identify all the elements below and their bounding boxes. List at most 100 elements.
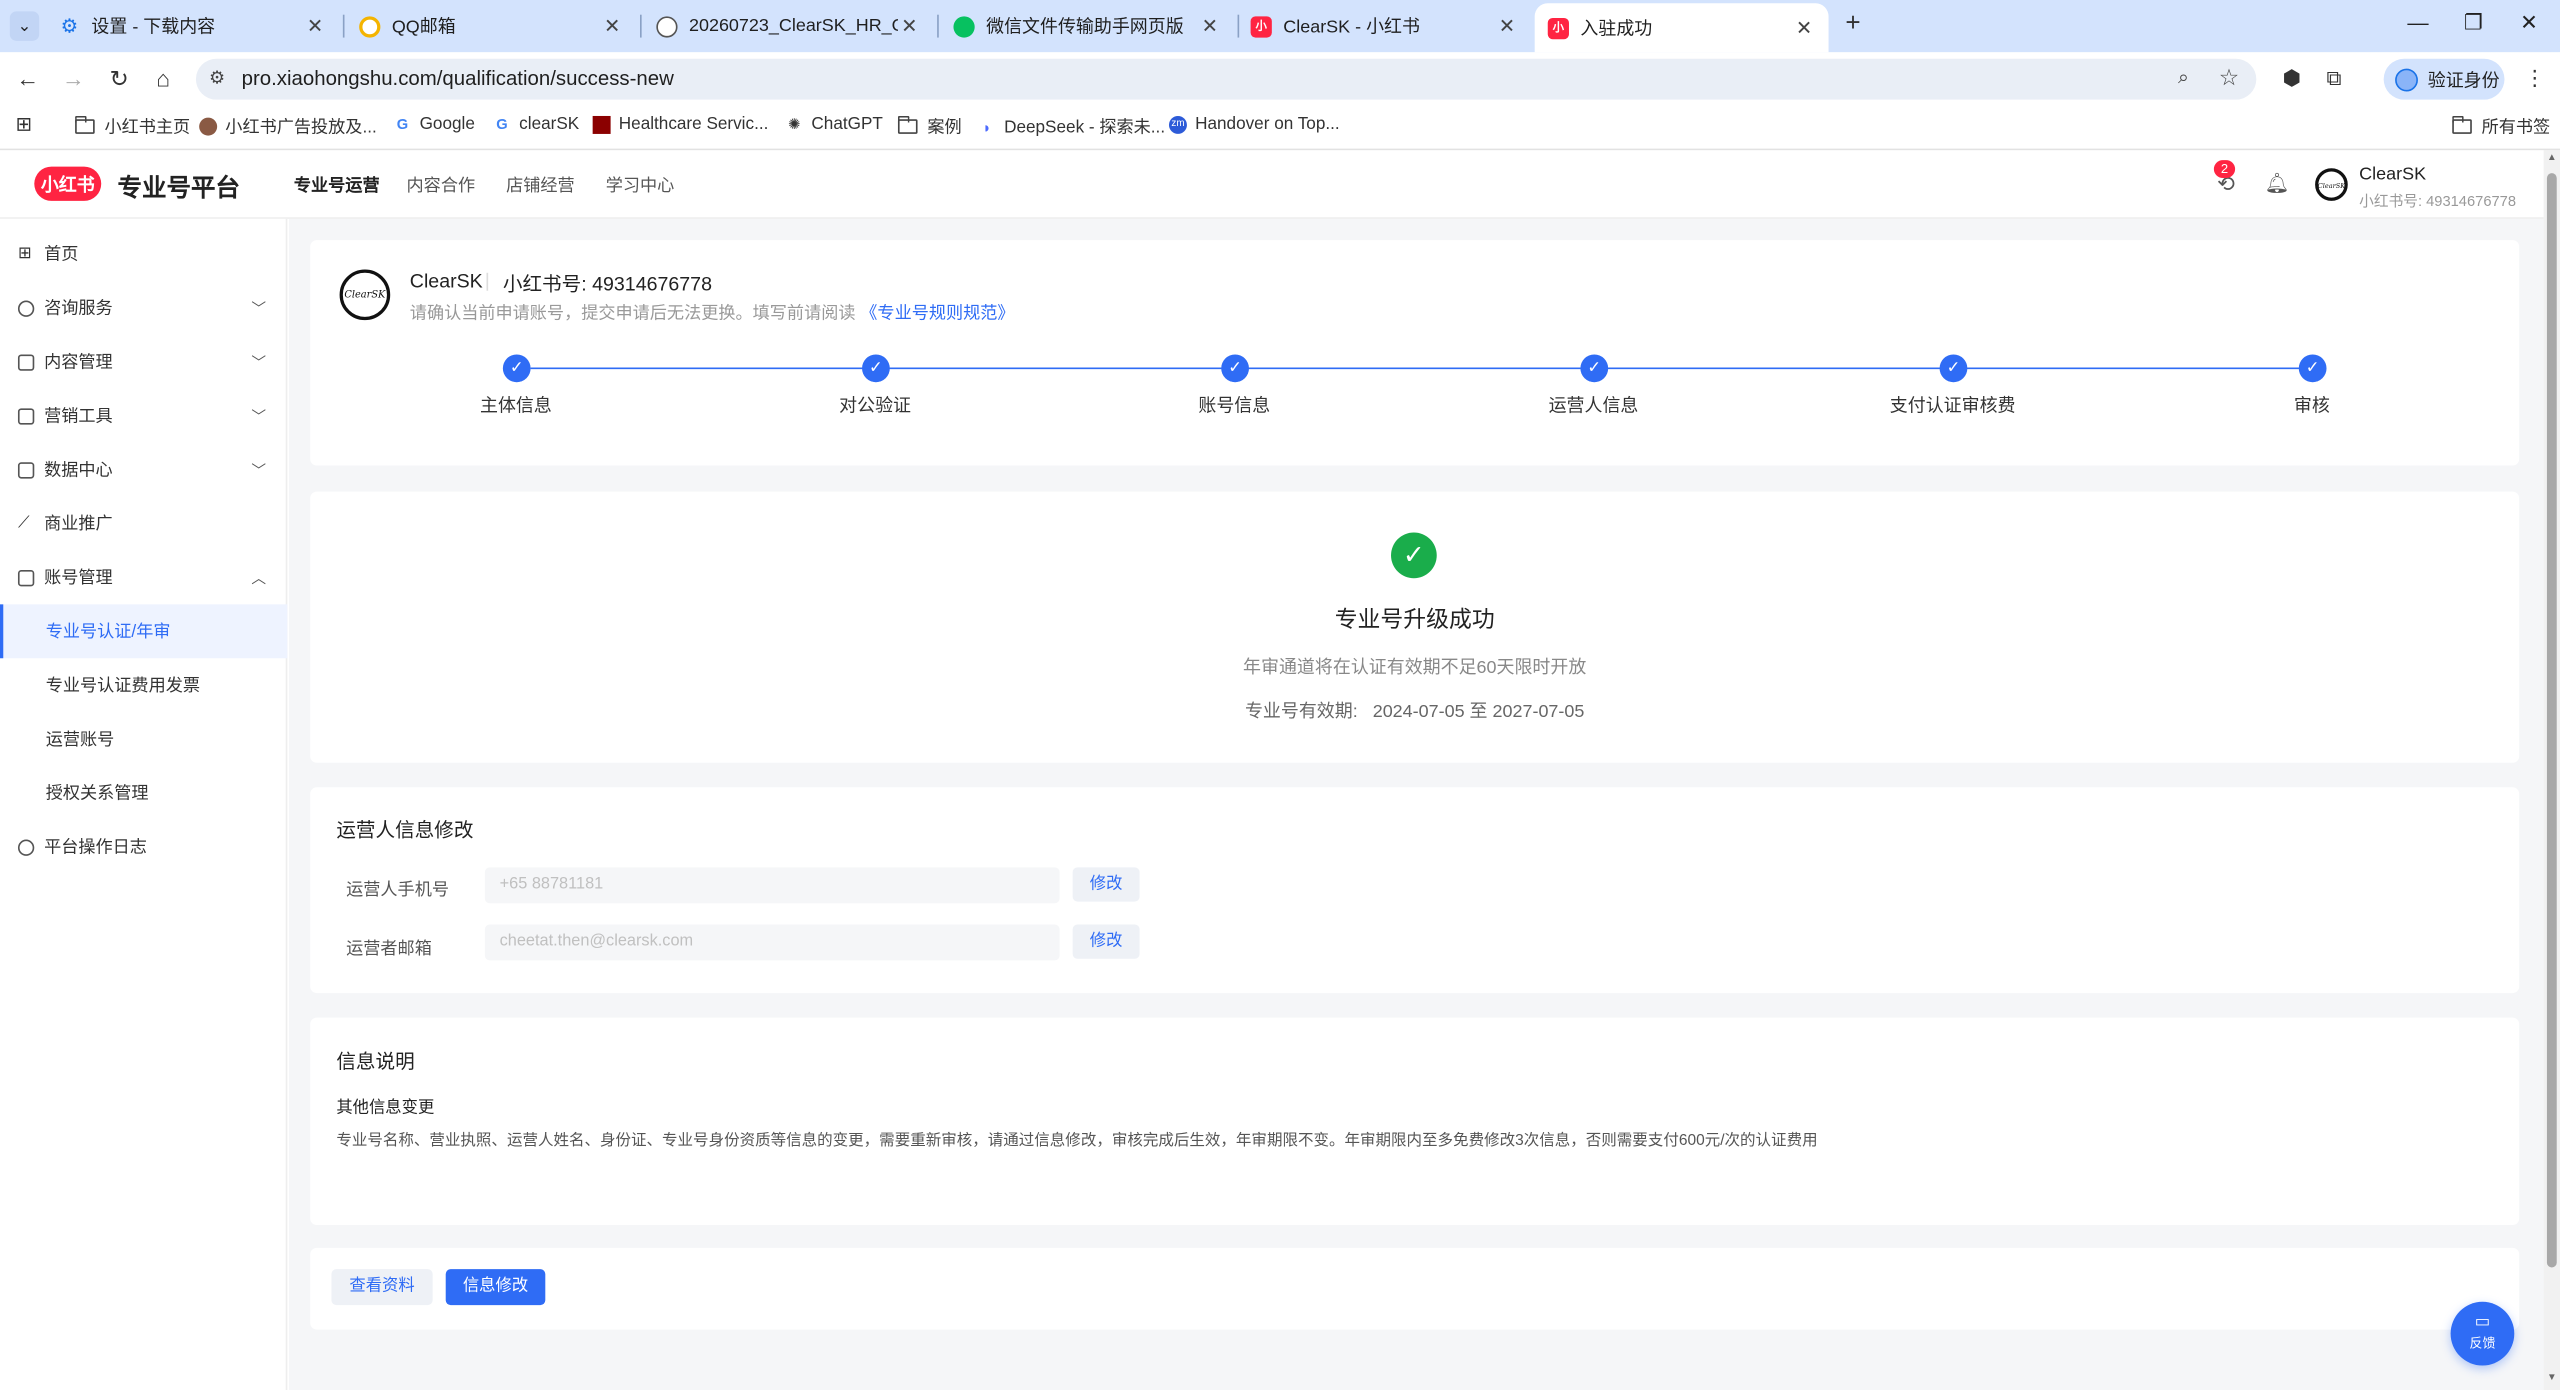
- feedback-button[interactable]: ▭ 反馈: [2450, 1301, 2515, 1366]
- profile-note: 请确认当前申请账号，提交申请后无法更换。填写前请阅读 《专业号规则规范》: [410, 301, 1015, 326]
- restore-icon[interactable]: ❐: [2460, 10, 2486, 36]
- close-icon[interactable]: ✕: [1496, 15, 1519, 38]
- scrollbar-thumb[interactable]: [2546, 173, 2557, 1268]
- home-icon[interactable]: ⌂: [149, 64, 178, 93]
- divider: [486, 272, 489, 291]
- bookmark-label: 案例: [927, 117, 962, 138]
- sidebar-item-marketing[interactable]: 营销工具 ﹀: [0, 389, 287, 443]
- sidebar-item-label: 营销工具: [44, 406, 113, 427]
- phone-field[interactable]: +65 88781181: [484, 867, 1060, 904]
- browser-toolbar: ← → ↻ ⌂ ⚙ pro.xiaohongshu.com/qualificat…: [0, 52, 2560, 105]
- forward-icon[interactable]: →: [59, 64, 88, 93]
- browser-tab[interactable]: QQ邮箱 ✕: [346, 7, 637, 46]
- rules-link[interactable]: 《专业号规则规范》: [860, 304, 1014, 324]
- browser-tab[interactable]: ⚙ 设置 - 下载内容 ✕: [46, 7, 340, 46]
- bookmark-star-icon[interactable]: ☆: [2219, 64, 2240, 92]
- address-bar[interactable]: ⚙ pro.xiaohongshu.com/qualification/succ…: [195, 58, 2257, 100]
- sidebar-item-operating-account[interactable]: 运营账号: [0, 712, 287, 766]
- scroll-down-icon[interactable]: ▼: [2545, 1374, 2558, 1384]
- check-icon: ✓: [862, 354, 890, 383]
- minimize-icon[interactable]: —: [2405, 10, 2431, 35]
- close-icon[interactable]: ✕: [1198, 15, 1221, 38]
- extensions-icon[interactable]: ⧉: [2327, 65, 2342, 91]
- nav-content-cooperation[interactable]: 内容合作: [407, 173, 476, 198]
- sidebar-item-authorization[interactable]: 授权关系管理: [0, 766, 287, 820]
- avatar[interactable]: ClearSK: [2315, 168, 2348, 201]
- zoom-icon[interactable]: ⌕: [2178, 65, 2189, 90]
- bookmark-item[interactable]: 小红书广告投放及...: [199, 114, 377, 139]
- chevron-down-icon: ﹀: [251, 300, 267, 317]
- back-icon[interactable]: ←: [13, 64, 42, 93]
- tab-title: 微信文件传输助手网页版: [986, 17, 1184, 38]
- reload-icon[interactable]: ↻: [104, 64, 133, 93]
- verify-identity-button[interactable]: 验证身份: [2383, 58, 2505, 100]
- tab-search-button[interactable]: ⌄: [9, 11, 40, 41]
- url-text[interactable]: pro.xiaohongshu.com/qualification/succes…: [242, 67, 674, 90]
- xiaohongshu-icon: 小: [1547, 17, 1569, 39]
- email-field[interactable]: cheetat.then@clearsk.com: [484, 924, 1060, 961]
- scroll-up-icon[interactable]: ▲: [2545, 154, 2558, 164]
- steps-line: [530, 367, 2312, 370]
- sidebar-item-label: 咨询服务: [44, 298, 113, 319]
- sidebar-item-promotion[interactable]: ⟋ 商业推广: [0, 497, 287, 551]
- folder-icon: [2452, 115, 2472, 134]
- bookmark-item[interactable]: G clearSK: [493, 114, 579, 134]
- sidebar-item-data-center[interactable]: 数据中心 ﹀: [0, 443, 287, 497]
- site-info-icon[interactable]: ⚙: [209, 67, 225, 89]
- browser-tab[interactable]: 20260723_ClearSK_HR_Offbo ✕: [643, 7, 934, 46]
- bookmark-item[interactable]: ◗ DeepSeek - 探索未...: [978, 114, 1165, 139]
- browser-tab[interactable]: 小 ClearSK - 小红书 ✕: [1238, 7, 1532, 46]
- nav-store[interactable]: 店铺经营: [506, 173, 575, 198]
- browser-tab-active[interactable]: 小 入驻成功 ✕: [1534, 3, 1829, 53]
- feedback-label: 反馈: [2469, 1336, 2496, 1351]
- tab-title: QQ邮箱: [391, 17, 456, 38]
- new-tab-button[interactable]: +: [1840, 10, 1866, 39]
- tab-divider: [639, 14, 642, 38]
- menu-icon[interactable]: ⋮: [2524, 65, 2545, 91]
- edit-phone-button[interactable]: 修改: [1072, 867, 1140, 902]
- sidebar-item-label: 平台操作日志: [44, 837, 147, 858]
- bookmark-item[interactable]: 案例: [897, 114, 962, 139]
- close-icon[interactable]: ✕: [601, 15, 624, 38]
- nav-operations[interactable]: 专业号运营: [294, 173, 380, 198]
- page-scrollbar[interactable]: ▲ ▼: [2543, 150, 2560, 1390]
- profile-note-text: 请确认当前申请账号，提交申请后无法更换。填写前请阅读: [409, 303, 856, 324]
- all-bookmarks[interactable]: 所有书签: [2452, 114, 2550, 139]
- window-close-icon[interactable]: ✕: [2516, 10, 2542, 36]
- sidebar-item-home[interactable]: ⊞ 首页: [0, 227, 287, 281]
- user-id: 小红书号: 49314676778: [2359, 192, 2517, 210]
- sidebar-item-account[interactable]: 账号管理 ︿: [0, 550, 287, 604]
- success-title: 专业号升级成功: [1334, 605, 1495, 633]
- sidebar-item-invoice[interactable]: 专业号认证费用发票: [0, 658, 287, 712]
- bookmark-item[interactable]: 小红书主页: [75, 114, 190, 139]
- step-label: 支付认证审核费: [1889, 396, 2016, 417]
- bookmark-item[interactable]: ✺ ChatGPT: [785, 114, 883, 134]
- bookmark-item[interactable]: Healthcare Servic...: [592, 114, 769, 134]
- close-icon[interactable]: ✕: [1793, 16, 1816, 39]
- sidebar-item-operation-log[interactable]: 平台操作日志: [0, 820, 287, 874]
- bookmark-item[interactable]: zm Handover on Top...: [1168, 114, 1340, 134]
- bell-icon[interactable]: 🔔︎: [2264, 172, 2289, 195]
- apps-icon[interactable]: ⊞: [15, 112, 41, 135]
- bookmark-label: Healthcare Servic...: [618, 114, 769, 134]
- user-name[interactable]: ClearSK: [2359, 165, 2426, 185]
- sidebar-item-certification[interactable]: 专业号认证/年审: [0, 604, 288, 659]
- sidebar-item-label: 专业号认证/年审: [45, 622, 171, 642]
- sidebar-item-content[interactable]: 内容管理 ﹀: [0, 335, 287, 389]
- close-icon[interactable]: ✕: [304, 15, 327, 38]
- sidebar-item-label: 账号管理: [44, 568, 113, 589]
- xiaohongshu-logo[interactable]: 小红书: [34, 166, 102, 201]
- profile-name: ClearSK: [409, 269, 483, 293]
- browser-tab[interactable]: 微信文件传输助手网页版 ✕: [940, 7, 1234, 46]
- extension-shield-icon[interactable]: ⬢: [2282, 65, 2301, 91]
- step-label: 审核: [2293, 396, 2330, 417]
- step-label: 对公验证: [839, 396, 912, 417]
- bookmark-item[interactable]: G Google: [393, 114, 475, 134]
- edit-info-button[interactable]: 信息修改: [445, 1269, 546, 1306]
- profile-avatar: ClearSK: [339, 269, 391, 321]
- sidebar-item-consulting[interactable]: 咨询服务 ﹀: [0, 281, 287, 335]
- view-details-button[interactable]: 查看资料: [331, 1269, 433, 1306]
- nav-learning[interactable]: 学习中心: [606, 173, 675, 198]
- close-icon[interactable]: ✕: [898, 15, 921, 38]
- edit-email-button[interactable]: 修改: [1072, 924, 1140, 959]
